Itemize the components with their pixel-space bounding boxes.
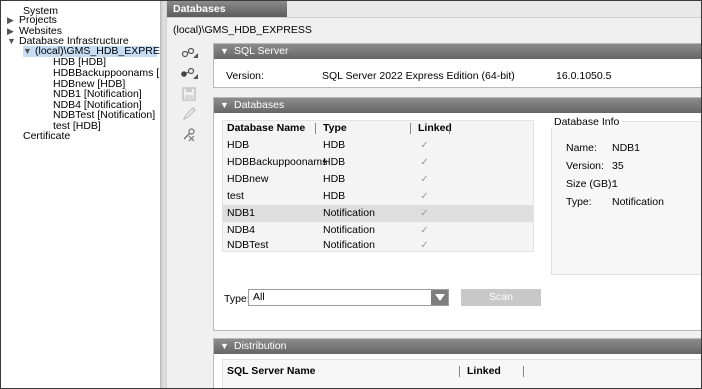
- distribution-grid: SQL Server Name Linked: [222, 359, 701, 388]
- database-name-cell: HDBBackuppoonams: [227, 156, 328, 168]
- section-title: Distribution: [234, 340, 287, 352]
- linked-check-icon: ✓: [420, 240, 429, 251]
- column-header-linked[interactable]: Linked: [467, 364, 501, 378]
- collapse-triangle-icon[interactable]: ▼: [220, 339, 229, 354]
- info-size-label: Size (GB):: [566, 178, 615, 190]
- type-filter-select[interactable]: All: [248, 289, 449, 306]
- database-type-cell: Notification: [323, 207, 375, 219]
- distribution-section: ▼ Distribution SQL Server Name Linked: [213, 338, 701, 388]
- distribution-header[interactable]: ▼ Distribution: [214, 339, 701, 354]
- column-header-linked[interactable]: Linked: [418, 121, 452, 135]
- database-type-cell: HDB: [323, 173, 346, 185]
- databases-header[interactable]: ▼ Databases: [214, 98, 701, 113]
- linked-check-icon: ✓: [420, 174, 429, 185]
- table-row[interactable]: HDBnew HDB ✓: [223, 171, 533, 188]
- tab-databases[interactable]: Databases: [167, 1, 287, 17]
- collapse-triangle-icon[interactable]: ▼: [220, 98, 229, 113]
- database-info-box: Name: NDB1 Version: 35 Size (GB): 1 Type…: [551, 121, 701, 275]
- column-header-type[interactable]: Type: [323, 121, 347, 135]
- table-row[interactable]: HDBBackuppoonams HDB ✓: [223, 154, 533, 171]
- database-name-cell: NDB1: [227, 207, 256, 219]
- column-divider[interactable]: [523, 366, 524, 377]
- sql-server-header[interactable]: ▼ SQL Server: [214, 44, 701, 59]
- info-type-label: Type:: [566, 196, 592, 208]
- column-divider[interactable]: [459, 366, 460, 377]
- table-row-selected[interactable]: NDB1 Notification ✓: [223, 205, 533, 222]
- linked-check-icon: ✓: [420, 157, 429, 168]
- tree-item-certificate[interactable]: Certificate: [11, 131, 70, 142]
- column-divider[interactable]: [410, 123, 411, 134]
- column-header-sql-server-name[interactable]: SQL Server Name: [227, 364, 316, 378]
- linked-check-icon: ✓: [420, 208, 429, 219]
- type-filter-label: Type:: [224, 293, 250, 305]
- tree-item-label: Certificate: [23, 130, 71, 142]
- sql-version-number: 16.0.1050.5: [556, 70, 612, 82]
- chevron-down-icon[interactable]: [431, 290, 448, 305]
- info-type-value: Notification: [612, 196, 664, 208]
- column-divider[interactable]: [315, 123, 316, 134]
- collapse-triangle-icon[interactable]: ▼: [220, 44, 229, 59]
- info-version-value: 35: [612, 160, 624, 172]
- info-size-value: 1: [612, 178, 618, 190]
- tab-bar: Databases: [167, 1, 701, 18]
- table-row[interactable]: NDBTest Notification ✓: [223, 239, 533, 251]
- database-type-cell: HDB: [323, 139, 346, 151]
- save-icon[interactable]: [178, 85, 200, 103]
- instance-title: (local)\GMS_HDB_EXPRESS: [173, 24, 312, 36]
- database-name-cell: HDBnew: [227, 173, 269, 185]
- info-name-value: NDB1: [612, 142, 641, 154]
- content-pane: Databases (local)\GMS_HDB_EXPRESS ▼ SQL …: [167, 1, 701, 388]
- section-title: Databases: [234, 99, 285, 111]
- delete-icon[interactable]: [178, 125, 200, 143]
- sql-server-section: ▼ SQL Server Version: SQL Server 2022 Ex…: [213, 43, 701, 88]
- info-version-label: Version:: [566, 160, 604, 172]
- table-row[interactable]: NDB4 Notification ✓: [223, 222, 533, 239]
- database-name-cell: NDB4: [227, 224, 256, 236]
- navigation-tree: System ▶ Projects ▶ Websites ▼ Database Inf…: [1, 1, 160, 388]
- database-name-cell: test: [227, 190, 244, 202]
- type-filter-value: All: [253, 291, 265, 303]
- database-type-cell: Notification: [323, 239, 375, 251]
- linked-check-icon: ✓: [420, 225, 429, 236]
- edit-icon[interactable]: [178, 105, 200, 123]
- table-row[interactable]: HDB HDB ✓: [223, 137, 533, 154]
- collapse-arrow-icon[interactable]: ▼: [23, 46, 35, 57]
- sql-edition: SQL Server 2022 Express Edition (64-bit): [322, 70, 515, 82]
- scan-button[interactable]: Scan: [461, 289, 541, 306]
- database-type-cell: Notification: [323, 224, 375, 236]
- section-title: SQL Server: [234, 45, 289, 57]
- databases-section: ▼ Databases Database Name Type Linked HD…: [213, 97, 701, 331]
- database-info-title: Database Info: [551, 116, 623, 128]
- info-name-label: Name:: [566, 142, 597, 154]
- database-name-cell: HDB: [227, 139, 250, 151]
- database-type-cell: HDB: [323, 190, 346, 202]
- column-divider[interactable]: [449, 123, 450, 134]
- expand-arrow-icon[interactable]: ▶: [7, 15, 19, 26]
- linked-check-icon: ✓: [420, 140, 429, 151]
- add-database-icon[interactable]: [178, 45, 200, 63]
- version-label: Version:: [226, 70, 264, 82]
- database-name-cell: NDBTest: [227, 239, 269, 251]
- table-row[interactable]: test HDB ✓: [223, 188, 533, 205]
- app-window: System ▶ Projects ▶ Websites ▼ Database Inf…: [0, 0, 702, 389]
- linked-check-icon: ✓: [420, 191, 429, 202]
- databases-grid: Database Name Type Linked HDB HDB ✓ HDBB…: [222, 120, 534, 252]
- database-type-cell: HDB: [323, 156, 346, 168]
- column-header-database-name[interactable]: Database Name: [227, 121, 305, 135]
- collapse-arrow-icon[interactable]: ▼: [7, 36, 19, 47]
- add-database-alt-icon[interactable]: [178, 65, 200, 83]
